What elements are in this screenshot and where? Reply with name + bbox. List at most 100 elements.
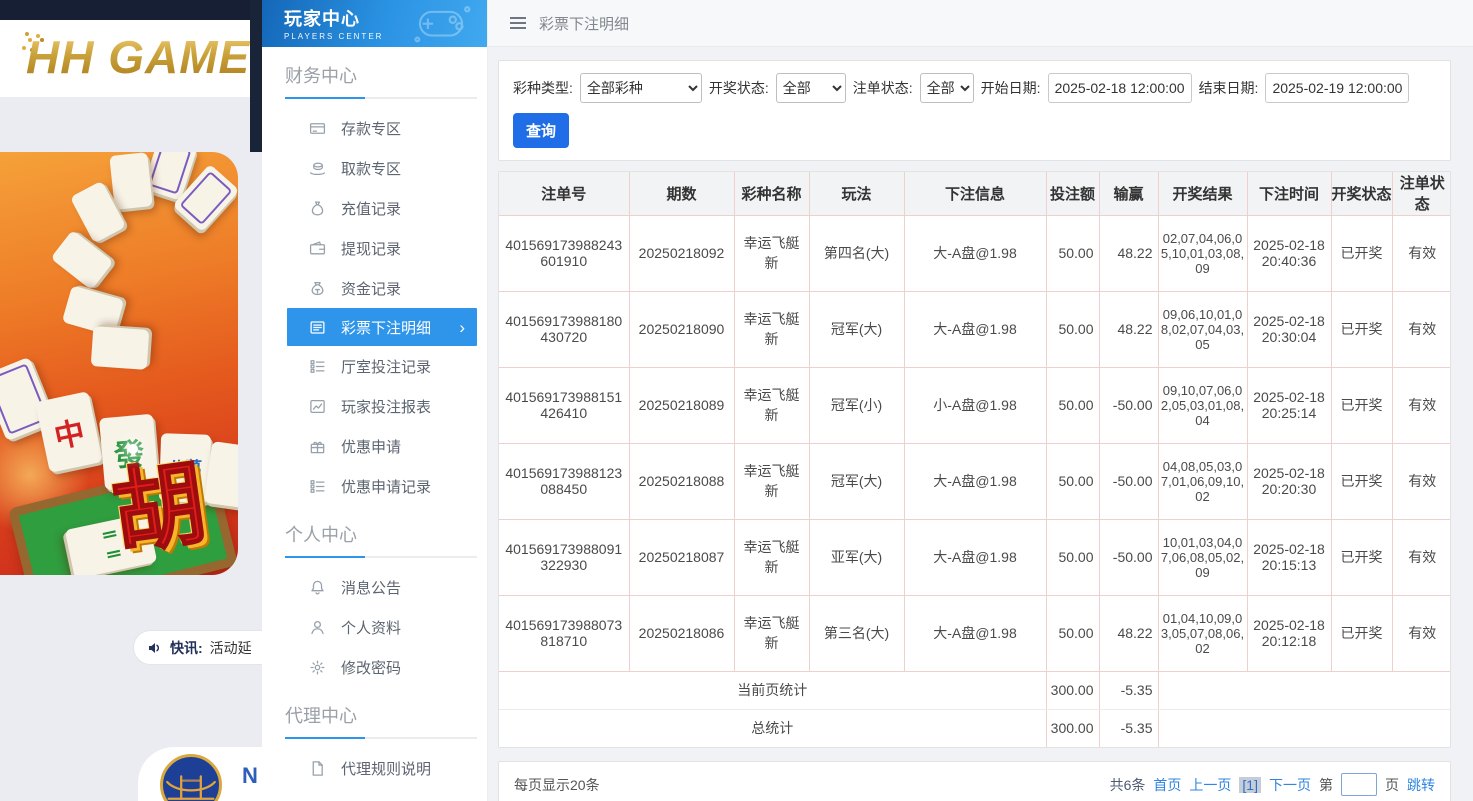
cell-lottery: 幸运飞艇新: [734, 443, 809, 519]
cell-bet_id: 401569173988091322930: [499, 519, 629, 595]
sidebar-item-withdrawal-records[interactable]: 提现记录: [262, 228, 487, 268]
summary-label: 总统计: [499, 709, 1046, 747]
search-button[interactable]: 查询: [513, 113, 569, 148]
start-date-label: 开始日期:: [981, 78, 1041, 98]
sidebar-item-withdraw-zone[interactable]: 取款专区: [262, 148, 487, 188]
gamepad-icon: [409, 4, 473, 47]
cell-amount: 50.00: [1046, 215, 1099, 291]
jump-page-input[interactable]: [1341, 773, 1377, 796]
section-divider: [285, 556, 477, 558]
page-size-text: 每页显示20条: [514, 775, 600, 795]
sidebar-item-announcements[interactable]: 消息公告: [262, 567, 487, 607]
column-header-lottery: 彩种名称: [734, 172, 809, 215]
speaker-icon: [147, 640, 163, 656]
bell-icon: [309, 579, 326, 596]
cell-draw_status: 已开奖: [1331, 595, 1392, 671]
sidebar-item-deposit-zone[interactable]: 存款专区: [262, 108, 487, 148]
sidebar-item-label: 存款专区: [341, 118, 401, 139]
cell-play: 第四名(大): [809, 215, 904, 291]
table-row: 40156917398807381871020250218086幸运飞艇新第三名…: [499, 595, 1451, 671]
current-page-indicator[interactable]: [1]: [1239, 777, 1261, 793]
cell-draw_result: 04,08,05,03,07,01,06,09,10,02: [1158, 443, 1247, 519]
sparkle: [128, 444, 138, 454]
sidebar-item-label: 优惠申请: [341, 436, 401, 457]
column-header-draw_result: 开奖结果: [1158, 172, 1247, 215]
menu-toggle-icon[interactable]: [510, 17, 526, 29]
cell-bet_status: 有效: [1392, 367, 1451, 443]
cell-draw_status: 已开奖: [1331, 215, 1392, 291]
start-date-input[interactable]: [1048, 73, 1192, 103]
cell-period: 20250218088: [629, 443, 734, 519]
sidebar-item-change-password[interactable]: 修改密码: [262, 647, 487, 687]
withdraw-hand-icon: [309, 160, 326, 177]
cell-bet_time: 2025-02-18 20:12:18: [1247, 595, 1331, 671]
sidebar-item-label: 消息公告: [341, 577, 401, 598]
sidebar-item-funds-records[interactable]: 资金记录: [262, 268, 487, 308]
cell-play: 冠军(大): [809, 443, 904, 519]
jump-button[interactable]: 跳转: [1407, 775, 1435, 795]
sidebar: 玩家中心 PLAYERS CENTER 财务中心存款专区取款专区充值记录提现记录…: [262, 0, 488, 801]
end-date-input[interactable]: [1265, 73, 1409, 103]
summary-amount: 300.00: [1046, 709, 1099, 747]
draw-status-select[interactable]: 全部: [776, 73, 846, 103]
lottery-type-select[interactable]: 全部彩种: [580, 73, 702, 103]
sidebar-item-label: 个人资料: [341, 617, 401, 638]
sidebar-item-promo-apply[interactable]: 优惠申请: [262, 426, 487, 466]
sidebar-item-player-bet-report[interactable]: 玩家投注报表: [262, 386, 487, 426]
content: 彩种类型: 全部彩种 开奖状态: 全部 注单状态: 全部 开始日期: 结束日期:: [488, 47, 1473, 801]
mahjong-tile: [109, 152, 152, 210]
news-ticker[interactable]: 快讯: 活动延: [133, 630, 262, 665]
cell-lottery: 幸运飞艇新: [734, 367, 809, 443]
hu-character: 胡: [103, 428, 213, 573]
prev-page-link[interactable]: 上一页: [1189, 775, 1231, 795]
mahjong-tile: [50, 230, 113, 290]
team-badge-icon: [160, 754, 222, 801]
sidebar-item-label: 厅室投注记录: [341, 356, 431, 377]
summary-empty: [1158, 709, 1451, 747]
filter-panel: 彩种类型: 全部彩种 开奖状态: 全部 注单状态: 全部 开始日期: 结束日期:: [498, 60, 1451, 161]
sidebar-item-agent-team-stats[interactable]: 代理团队统计: [262, 788, 487, 801]
table-row: 40156917398818043072020250218090幸运飞艇新冠军(…: [499, 291, 1451, 367]
cell-bet_info: 大-A盘@1.98: [904, 595, 1046, 671]
user-icon: [309, 619, 326, 636]
sidebar-item-label: 取款专区: [341, 158, 401, 179]
cell-win_loss: -50.00: [1099, 367, 1158, 443]
cell-win_loss: 48.22: [1099, 595, 1158, 671]
sidebar-item-profile[interactable]: 个人资料: [262, 607, 487, 647]
cell-play: 亚军(大): [809, 519, 904, 595]
sidebar-item-hall-bet-records[interactable]: 厅室投注记录: [262, 346, 487, 386]
sidebar-item-label: 提现记录: [341, 238, 401, 259]
cell-bet_time: 2025-02-18 20:30:04: [1247, 291, 1331, 367]
bets-table-card: 注单号期数彩种名称玩法下注信息投注额输赢开奖结果下注时间开奖状态注单状态 401…: [498, 171, 1451, 748]
withdrawal-wallet-icon: [309, 240, 326, 257]
cell-bet_info: 小-A盘@1.98: [904, 367, 1046, 443]
cell-amount: 50.00: [1046, 291, 1099, 367]
sidebar-header: 玩家中心 PLAYERS CENTER: [262, 0, 487, 47]
cell-lottery: 幸运飞艇新: [734, 595, 809, 671]
background-topbar: [0, 0, 262, 20]
bet-status-select[interactable]: 全部: [920, 73, 974, 103]
cell-amount: 50.00: [1046, 519, 1099, 595]
sidebar-item-recharge-records[interactable]: 充值记录: [262, 188, 487, 228]
cell-draw_status: 已开奖: [1331, 367, 1392, 443]
bet-status-label: 注单状态:: [853, 78, 913, 98]
cell-lottery: 幸运飞艇新: [734, 291, 809, 367]
sidebar-item-lottery-bet-details[interactable]: 彩票下注明细›: [287, 308, 477, 346]
site-logo: HH GAME: [26, 30, 250, 84]
topbar: 彩票下注明细: [488, 0, 1473, 47]
sidebar-item-label: 玩家投注报表: [341, 396, 431, 417]
first-page-link[interactable]: 首页: [1153, 775, 1181, 795]
cell-bet_status: 有效: [1392, 519, 1451, 595]
next-page-link[interactable]: 下一页: [1269, 775, 1311, 795]
cell-play: 第三名(大): [809, 595, 904, 671]
cell-play: 冠军(小): [809, 367, 904, 443]
sidebar-item-agent-rules[interactable]: 代理规则说明: [262, 748, 487, 788]
sidebar-item-promo-apply-records[interactable]: 优惠申请记录: [262, 466, 487, 506]
cell-lottery: 幸运飞艇新: [734, 519, 809, 595]
sidebar-item-label: 优惠申请记录: [341, 476, 431, 497]
end-date-label: 结束日期:: [1199, 78, 1259, 98]
cell-win_loss: -50.00: [1099, 443, 1158, 519]
cell-win_loss: 48.22: [1099, 215, 1158, 291]
mahjong-tile: [91, 326, 150, 370]
jump-suffix: 页: [1385, 775, 1399, 795]
